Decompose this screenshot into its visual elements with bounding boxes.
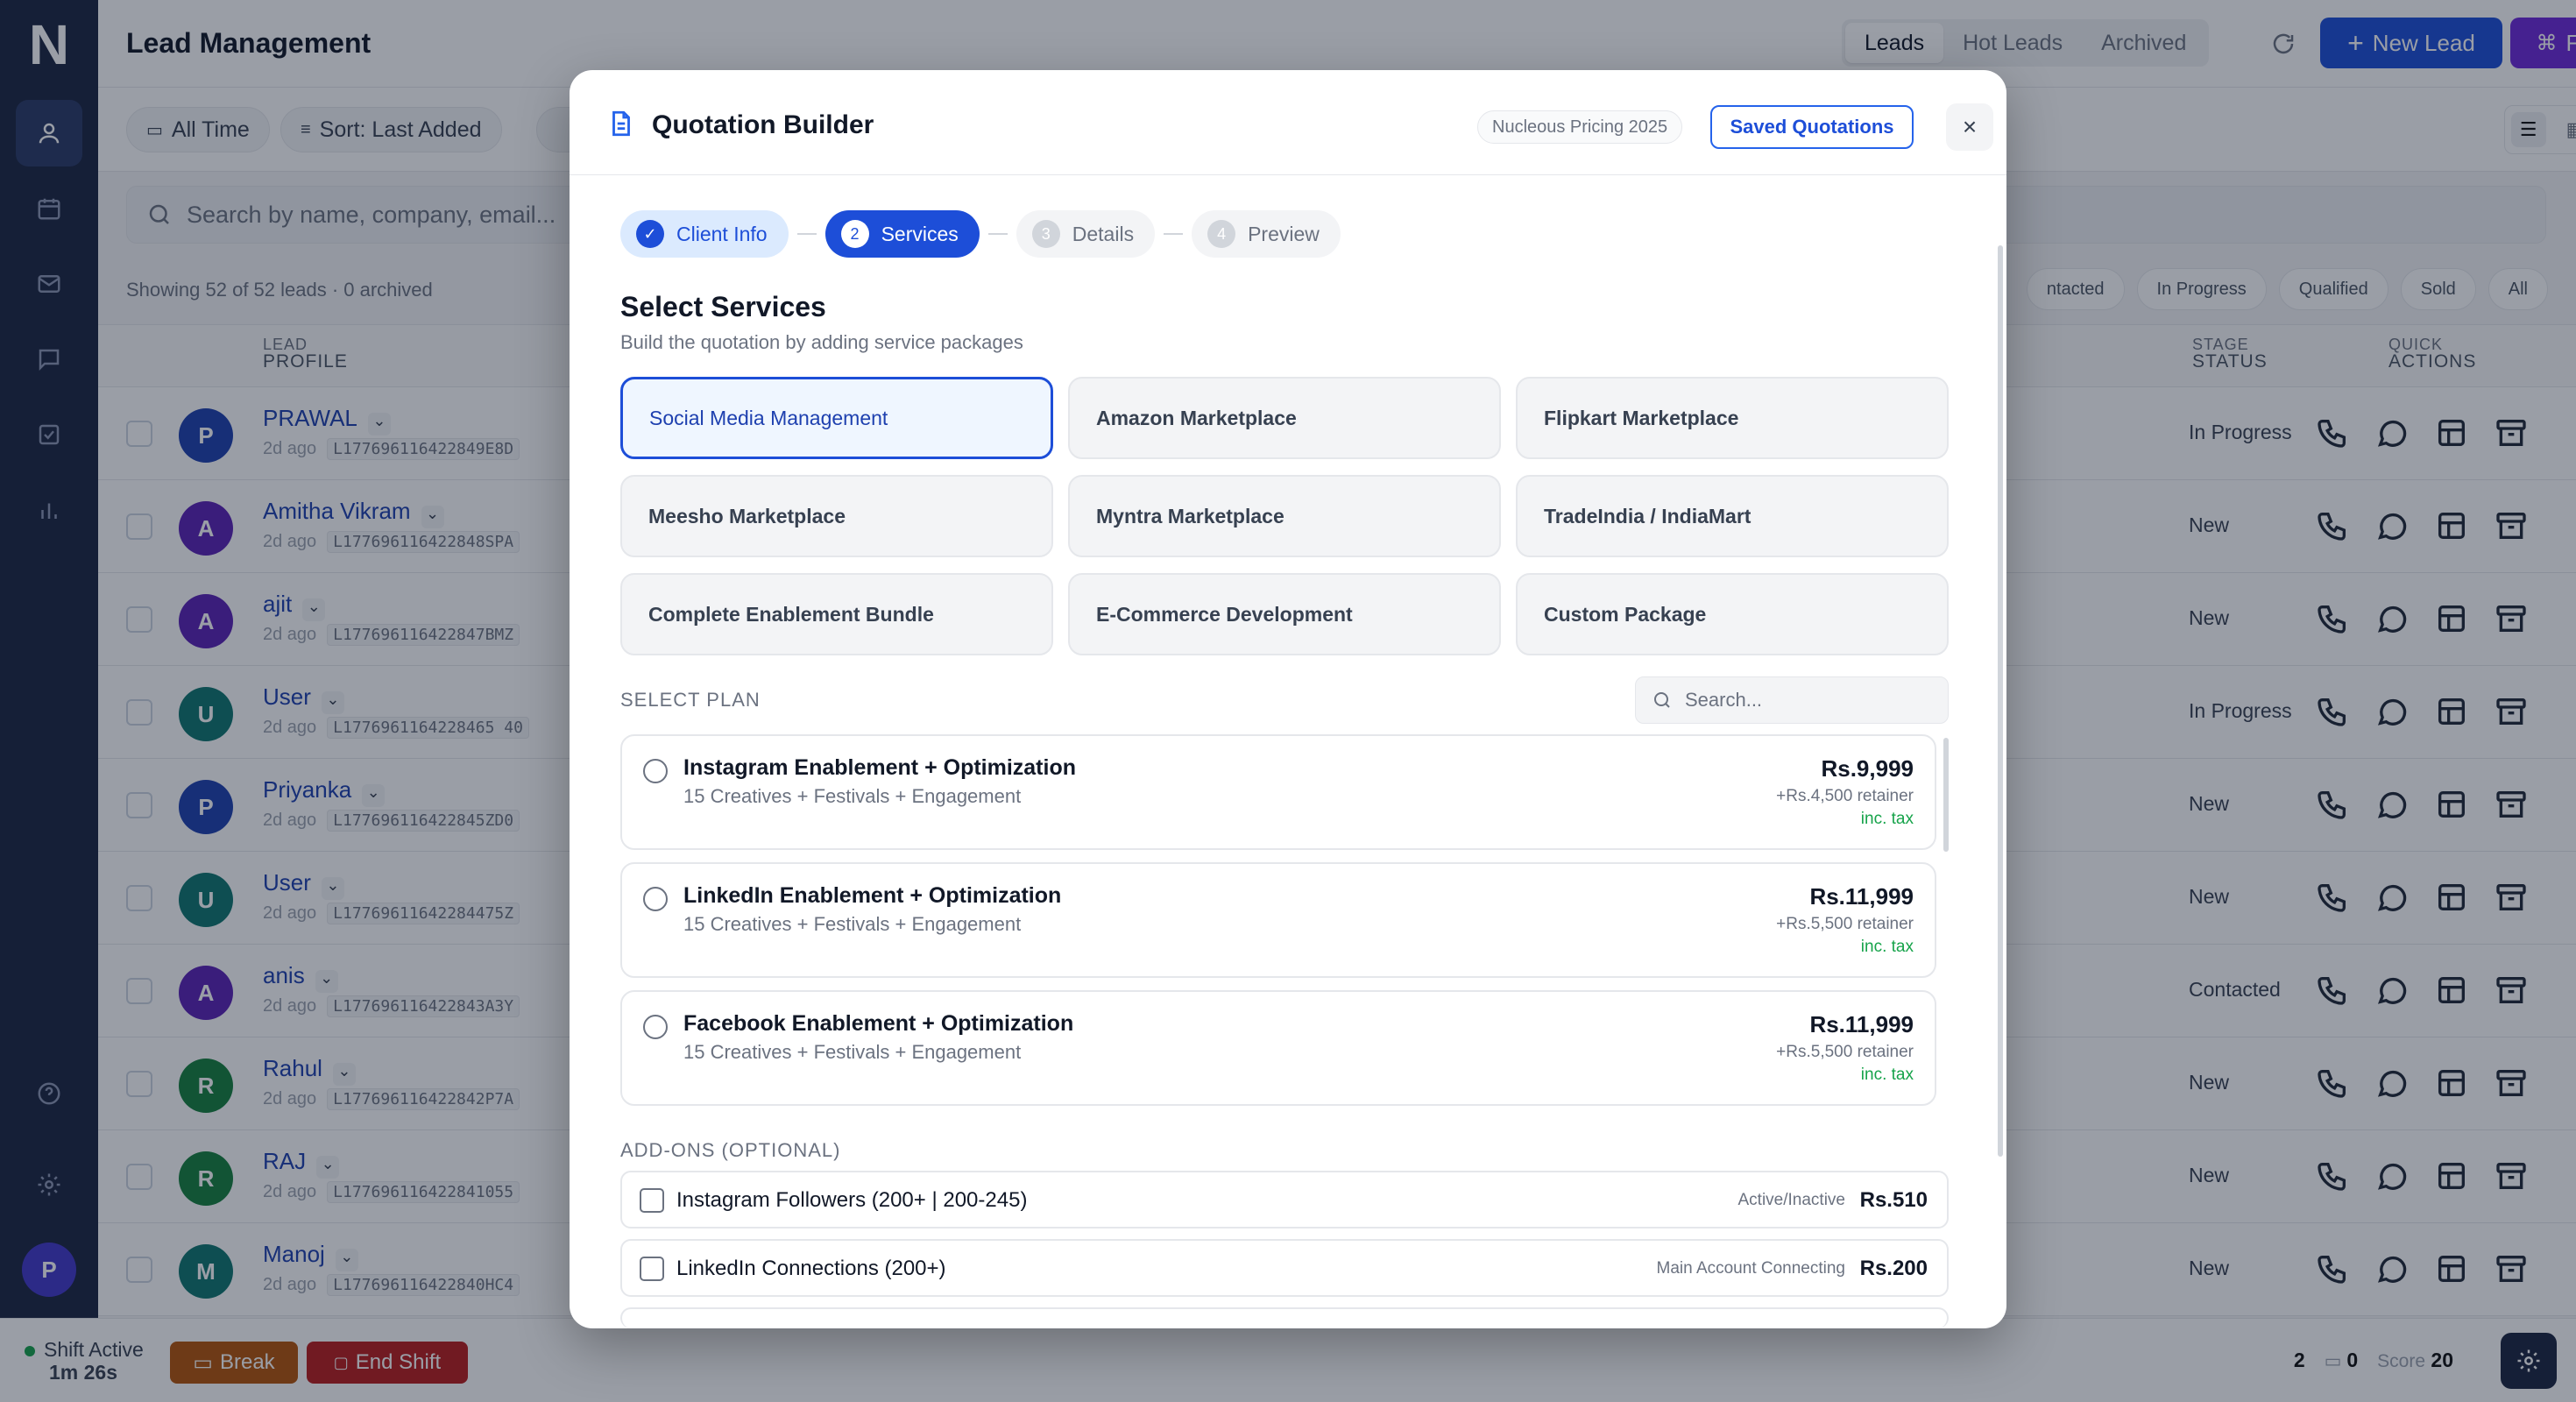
plan-radio[interactable] — [643, 887, 668, 911]
service-card[interactable]: Meesho Marketplace — [620, 475, 1053, 557]
service-card[interactable]: Amazon Marketplace — [1068, 377, 1501, 459]
plan-retainer: +Rs.5,500 retainer — [1776, 915, 1914, 933]
plan-option[interactable]: LinkedIn Enablement + Optimization 15 Cre… — [620, 862, 1936, 978]
addon-checkbox[interactable] — [640, 1188, 664, 1213]
plan-tax-note: inc. tax — [1860, 810, 1914, 828]
addon-price: Rs.200 — [1859, 1257, 1928, 1280]
plan-name: Instagram Enablement + Optimization — [683, 755, 1076, 780]
service-card[interactable]: E-Commerce Development — [1068, 573, 1501, 655]
service-card[interactable]: TradeIndia / IndiaMart — [1516, 475, 1949, 557]
addon-option[interactable]: LinkedIn Connections (200+) Main Account … — [620, 1239, 1949, 1297]
service-card[interactable]: Myntra Marketplace — [1068, 475, 1501, 557]
step-preview[interactable]: 4 Preview — [1192, 210, 1341, 258]
addon-name: LinkedIn Connections (200+) — [676, 1257, 946, 1280]
step-label: Client Info — [676, 222, 768, 245]
plan-description: 15 Creatives + Festivals + Engagement — [683, 785, 1022, 807]
step-number: 2 — [840, 220, 869, 248]
step-connector — [796, 233, 817, 235]
section-title: Select Services — [620, 291, 826, 322]
service-card[interactable]: Flipkart Marketplace — [1516, 377, 1949, 459]
step-label: Services — [881, 222, 959, 245]
modal-header: Quotation Builder Nucleous Pricing 2025 … — [570, 70, 2006, 175]
step-label: Preview — [1248, 222, 1320, 245]
section-subtitle: Build the quotation by adding service pa… — [620, 331, 1023, 353]
close-icon[interactable]: × — [1946, 103, 1993, 151]
plan-price: Rs.11,999 — [1809, 1011, 1914, 1037]
modal-title: Quotation Builder — [652, 110, 874, 139]
step-number: 4 — [1207, 220, 1236, 248]
addon-option[interactable] — [620, 1307, 1949, 1328]
addon-name: Instagram Followers (200+ | 200-245) — [676, 1188, 1028, 1212]
service-card[interactable]: Complete Enablement Bundle — [620, 573, 1053, 655]
addon-list: Instagram Followers (200+ | 200-245) Acti… — [620, 1171, 1949, 1328]
saved-quotations-button[interactable]: Saved Quotations — [1710, 105, 1914, 149]
plan-search-placeholder: Search... — [1685, 689, 1763, 711]
plan-tax-note: inc. tax — [1860, 938, 1914, 956]
app-root: N P Lead Management Leads Hot Leads Arch… — [0, 0, 2576, 1402]
addon-price: Rs.510 — [1859, 1188, 1928, 1212]
document-icon — [606, 109, 636, 138]
step-number: ✓ — [636, 220, 664, 248]
plan-tax-note: inc. tax — [1860, 1066, 1914, 1084]
step-number: 3 — [1031, 220, 1060, 248]
step-label: Details — [1072, 222, 1135, 245]
step-client-info[interactable]: ✓ Client Info — [620, 210, 789, 258]
service-grid: Social Media Management Amazon Marketplac… — [620, 377, 1949, 655]
plan-option[interactable]: Instagram Enablement + Optimization 15 Cr… — [620, 734, 1936, 850]
step-details[interactable]: 3 Details — [1016, 210, 1156, 258]
plan-description: 15 Creatives + Festivals + Engagement — [683, 913, 1022, 935]
step-connector — [1164, 233, 1184, 235]
addon-tag: Main Account Connecting — [1656, 1259, 1845, 1278]
step-services[interactable]: 2 Services — [824, 210, 980, 258]
wizard-steps: ✓ Client Info 2 Services 3 Details 4 Preview — [620, 210, 1341, 258]
quotation-builder-modal: Quotation Builder Nucleous Pricing 2025 … — [570, 70, 2006, 1328]
plan-search-input[interactable]: Search... — [1635, 676, 1949, 724]
select-plan-label: SELECT PLAN — [620, 689, 761, 711]
service-card[interactable]: Custom Package — [1516, 573, 1949, 655]
plan-price: Rs.11,999 — [1809, 883, 1914, 910]
plan-radio[interactable] — [643, 1015, 668, 1039]
plan-retainer: +Rs.4,500 retainer — [1776, 787, 1914, 805]
addon-option[interactable]: Instagram Followers (200+ | 200-245) Acti… — [620, 1171, 1949, 1229]
search-icon — [1654, 692, 1670, 708]
plan-list-scrollbar[interactable] — [1943, 738, 1949, 852]
plan-name: LinkedIn Enablement + Optimization — [683, 883, 1062, 908]
addons-label: ADD-ONS (OPTIONAL) — [620, 1139, 841, 1161]
service-card[interactable]: Social Media Management — [620, 377, 1053, 459]
step-connector — [987, 233, 1008, 235]
plan-radio[interactable] — [643, 759, 668, 783]
plan-retainer: +Rs.5,500 retainer — [1776, 1043, 1914, 1061]
pricing-tag: Nucleous Pricing 2025 — [1477, 110, 1683, 144]
addon-tag: Active/Inactive — [1737, 1191, 1846, 1209]
plan-description: 15 Creatives + Festivals + Engagement — [683, 1041, 1022, 1063]
plan-option[interactable]: Facebook Enablement + Optimization 15 Cre… — [620, 990, 1936, 1106]
addon-checkbox[interactable] — [640, 1257, 664, 1281]
plan-name: Facebook Enablement + Optimization — [683, 1011, 1074, 1036]
plan-price: Rs.9,999 — [1821, 755, 1914, 782]
plan-list: Instagram Enablement + Optimization 15 Cr… — [620, 734, 1936, 1118]
modal-scrollbar[interactable] — [1998, 245, 2003, 1157]
